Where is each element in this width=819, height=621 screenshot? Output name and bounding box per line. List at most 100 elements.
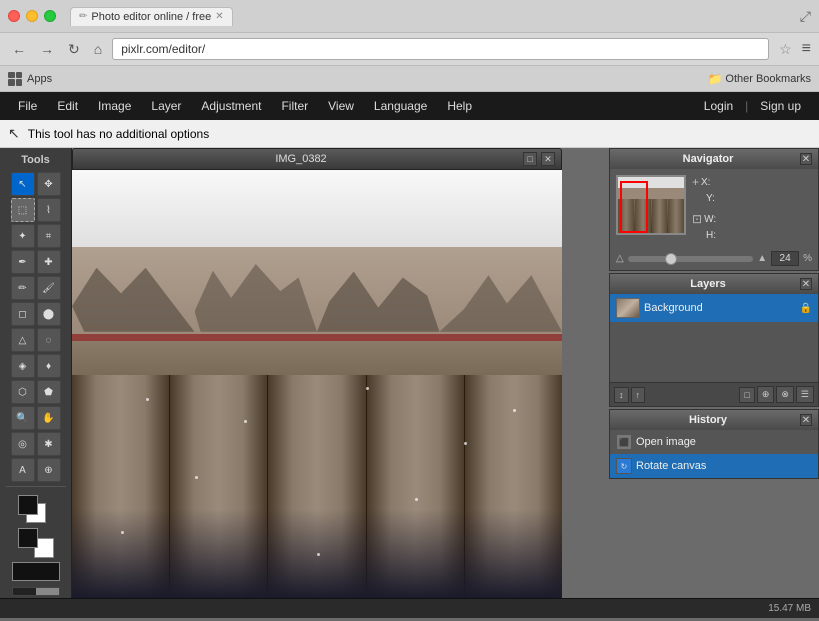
history-content: ⬛ Open image ↻ Rotate canvas <box>610 430 818 478</box>
layers-panel: Layers ✕ Background 🔒 ↕ ↑ □ ⊕ ⊗ ☰ <box>609 273 819 407</box>
navigator-close-button[interactable]: ✕ <box>800 153 812 165</box>
tool-paint-bucket[interactable]: ⬤ <box>37 302 61 326</box>
layer-copy-button[interactable]: ⊕ <box>757 386 775 403</box>
menu-view[interactable]: View <box>318 95 364 117</box>
browser-menu-button[interactable]: ≡ <box>802 40 811 58</box>
menu-edit[interactable]: Edit <box>47 95 88 117</box>
active-tab[interactable]: ✏ Photo editor online / free ✕ <box>70 7 233 26</box>
layer-menu-button[interactable]: ☰ <box>796 386 814 403</box>
tool-marquee-lasso[interactable]: ⌇ <box>37 198 61 222</box>
tool-magnify[interactable]: ⊕ <box>37 458 61 482</box>
tab-bar: ✏ Photo editor online / free ✕ <box>70 7 800 26</box>
history-item-open[interactable]: ⬛ Open image <box>610 430 818 454</box>
tool-hand[interactable]: ✋ <box>37 406 61 430</box>
layers-close-button[interactable]: ✕ <box>800 278 812 290</box>
layer-up-button[interactable]: ↑ <box>631 387 646 403</box>
menu-help[interactable]: Help <box>437 95 482 117</box>
close-traffic-light[interactable] <box>8 10 20 22</box>
tool-text[interactable]: ⬟ <box>37 380 61 404</box>
window-minimize-button[interactable]: □ <box>523 152 537 166</box>
resize-icon: ⊡ <box>692 212 702 226</box>
restore-button[interactable]: ⤢ <box>800 8 811 25</box>
refresh-button[interactable]: ↻ <box>64 39 84 60</box>
other-bookmarks-label: Other Bookmarks <box>725 73 811 85</box>
tool-sharpen[interactable]: ✱ <box>37 432 61 456</box>
layer-delete-button[interactable]: ⊗ <box>776 386 794 403</box>
menu-adjustment[interactable]: Adjustment <box>191 95 271 117</box>
snow-particle <box>146 398 149 401</box>
tool-text-2[interactable]: A <box>11 458 35 482</box>
zoom-slider[interactable] <box>628 256 753 262</box>
tool-zoom[interactable]: 🔍 <box>11 406 35 430</box>
tool-crop[interactable]: ⌗ <box>37 224 61 248</box>
coord-w-row: ⊡ W: <box>692 212 812 226</box>
menu-file[interactable]: File <box>8 95 47 117</box>
back-button[interactable]: ← <box>8 39 30 59</box>
tool-blur[interactable]: ◈ <box>11 354 35 378</box>
app-menu-bar: File Edit Image Layer Adjustment Filter … <box>0 92 819 120</box>
tool-smudge[interactable]: ♦ <box>37 354 61 378</box>
layer-blend-button[interactable]: ↕ <box>614 387 629 403</box>
signup-link[interactable]: Sign up <box>750 95 811 117</box>
coord-h-row: H: <box>692 230 812 241</box>
tool-select[interactable]: ↖ <box>11 172 35 196</box>
layers-empty-area <box>610 322 818 382</box>
tool-brush[interactable]: 🖌 <box>37 276 61 300</box>
tool-dodge[interactable]: ◌ <box>37 328 61 352</box>
columns-area <box>72 375 562 598</box>
apps-bookmarks[interactable]: Apps <box>8 72 52 86</box>
zoom-slider-handle[interactable] <box>665 253 677 265</box>
tool-eraser[interactable]: ◻ <box>11 302 35 326</box>
maximize-traffic-light[interactable] <box>44 10 56 22</box>
tool-move[interactable]: ✥ <box>37 172 61 196</box>
minimize-traffic-light[interactable] <box>26 10 38 22</box>
apps-grid-icon <box>8 72 22 86</box>
foreground-color-box[interactable] <box>18 495 38 515</box>
history-open-label: Open image <box>636 436 696 448</box>
layer-item-background[interactable]: Background 🔒 <box>610 294 818 322</box>
bookmarks-bar: Apps 📁 Other Bookmarks <box>0 66 819 92</box>
window-close-button[interactable]: ✕ <box>541 152 555 166</box>
other-bookmarks[interactable]: 📁 Other Bookmarks <box>707 72 811 86</box>
tool-eyedropper[interactable]: ✒ <box>11 250 35 274</box>
menu-layer[interactable]: Layer <box>141 95 191 117</box>
home-button[interactable]: ⌂ <box>90 39 106 59</box>
image-window-titlebar: IMG_0382 □ ✕ <box>72 148 562 170</box>
address-bar[interactable]: pixlr.com/editor/ <box>112 38 769 60</box>
tool-shapes[interactable]: ⬡ <box>11 380 35 404</box>
tool-marquee-rect[interactable]: ⬚ <box>11 198 35 222</box>
traffic-lights <box>8 10 56 22</box>
color-picker[interactable] <box>18 495 54 524</box>
tool-pencil[interactable]: ✏ <box>11 276 35 300</box>
forward-button[interactable]: → <box>36 39 58 59</box>
tools-grid: ↖ ✥ ⬚ ⌇ ✦ ⌗ ✒ ✚ ✏ 🖌 ◻ ⬤ △ ◌ ◈ ♦ ⬡ ⬟ 🔍 ✋ … <box>7 172 65 482</box>
navigator-zoom-row: △ ▲ % <box>610 247 818 270</box>
navigator-panel: Navigator ✕ <box>609 148 819 271</box>
tab-title: Photo editor online / free <box>91 11 211 23</box>
tool-hint-text: This tool has no additional options <box>28 127 209 141</box>
layers-content: Background 🔒 <box>610 294 818 382</box>
zoom-in-icon[interactable]: ▲ <box>757 253 767 264</box>
menu-image[interactable]: Image <box>88 95 141 117</box>
menu-language[interactable]: Language <box>364 95 437 117</box>
navigator-content: + X: Y: ⊡ W: H: <box>610 169 818 247</box>
tool-magic-wand[interactable]: ✦ <box>11 224 35 248</box>
auth-section: Login | Sign up <box>694 95 811 117</box>
history-item-rotate[interactable]: ↻ Rotate canvas <box>610 454 818 478</box>
snow-particle <box>195 476 198 479</box>
image-window: IMG_0382 □ ✕ <box>72 148 562 598</box>
history-close-button[interactable]: ✕ <box>800 414 812 426</box>
zoom-value-input[interactable] <box>771 251 799 266</box>
tool-clone[interactable]: ◎ <box>11 432 35 456</box>
tool-gradient[interactable]: △ <box>11 328 35 352</box>
zoom-out-icon[interactable]: △ <box>616 253 624 264</box>
menu-filter[interactable]: Filter <box>271 95 318 117</box>
tool-healing[interactable]: ✚ <box>37 250 61 274</box>
layers-title: Layers <box>616 278 800 290</box>
layer-new-button[interactable]: □ <box>739 387 754 403</box>
apps-label: Apps <box>27 73 52 85</box>
bookmark-star-button[interactable]: ☆ <box>779 41 792 58</box>
login-link[interactable]: Login <box>694 95 743 117</box>
coord-plus-icon: + <box>692 175 699 189</box>
tab-close-button[interactable]: ✕ <box>215 11 223 22</box>
